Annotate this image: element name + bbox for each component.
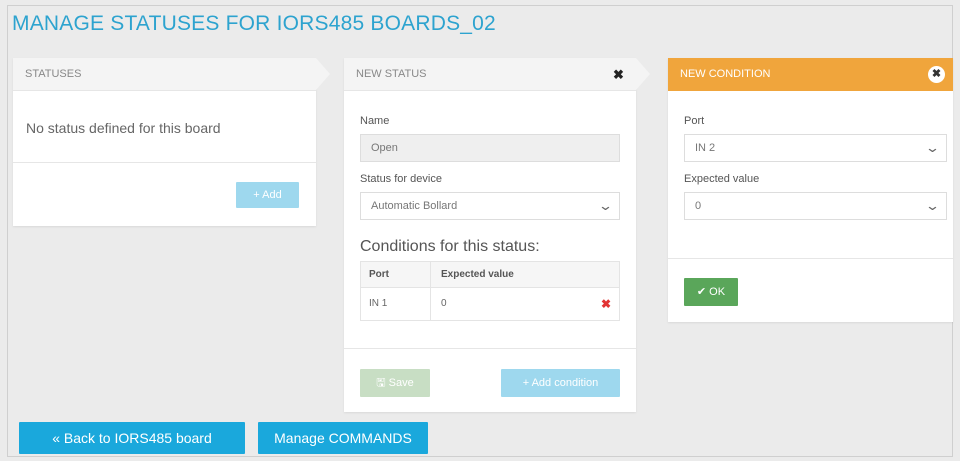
- new-condition-header-label: NEW CONDITION: [680, 68, 771, 80]
- device-select[interactable]: Automatic Bollard ⌄: [360, 192, 620, 220]
- chevron-down-icon: ⌄: [924, 140, 941, 155]
- name-field[interactable]: Open: [360, 134, 620, 162]
- row-expected-value: 0 ✖: [431, 288, 619, 320]
- statuses-panel: STATUSES No status defined for this boar…: [13, 58, 330, 226]
- new-status-header-label: NEW STATUS: [356, 68, 427, 80]
- conditions-title: Conditions for this status:: [360, 238, 540, 255]
- port-label: Port: [684, 115, 705, 127]
- expected-value-select-value: 0: [695, 200, 702, 212]
- back-to-board-button[interactable]: « Back to IORS485 board: [19, 422, 245, 454]
- empty-status-message: No status defined for this board: [26, 120, 221, 136]
- divider: [344, 348, 636, 349]
- new-status-header: NEW STATUS ✖: [344, 58, 650, 91]
- statuses-header: STATUSES: [13, 58, 330, 91]
- name-label: Name: [360, 115, 390, 127]
- ok-button[interactable]: ✔ OK: [684, 278, 738, 306]
- expected-value-select[interactable]: 0 ⌄: [684, 192, 947, 220]
- close-icon[interactable]: ✖: [611, 67, 626, 82]
- add-status-button[interactable]: + Add: [236, 182, 299, 208]
- divider: [668, 258, 953, 259]
- table-header-row: Port Expected value: [361, 262, 619, 288]
- device-label: Status for device: [360, 173, 442, 185]
- new-status-panel: NEW STATUS ✖ Name Open Status for device…: [344, 58, 650, 412]
- close-circle-icon[interactable]: ✖: [928, 66, 945, 83]
- device-select-value: Automatic Bollard: [371, 200, 458, 212]
- manage-commands-button[interactable]: Manage COMMANDS: [258, 422, 428, 454]
- chevron-down-icon: ⌄: [924, 198, 941, 213]
- new-condition-header: NEW CONDITION ✖: [668, 58, 953, 91]
- table-row: IN 1 0 ✖: [361, 288, 619, 320]
- row-port: IN 1: [361, 288, 431, 320]
- new-condition-panel: NEW CONDITION ✖ Port IN 2 ⌄ Expected val…: [668, 58, 953, 322]
- page-title: MANAGE STATUSES FOR IORS485 BOARDS_02: [12, 12, 496, 35]
- port-select[interactable]: IN 2 ⌄: [684, 134, 947, 162]
- chevron-down-icon: ⌄: [597, 198, 614, 213]
- port-select-value: IN 2: [695, 142, 716, 154]
- expected-value-label: Expected value: [684, 173, 760, 185]
- column-header-port: Port: [361, 262, 431, 287]
- row-expected-value-text: 0: [441, 298, 447, 309]
- save-button[interactable]: 🖫 Save: [360, 369, 430, 397]
- delete-condition-icon[interactable]: ✖: [601, 288, 611, 320]
- divider: [13, 162, 316, 163]
- column-header-expected-value: Expected value: [441, 269, 514, 280]
- conditions-table: Port Expected value IN 1 0 ✖: [360, 261, 620, 321]
- add-condition-button[interactable]: + Add condition: [501, 369, 620, 397]
